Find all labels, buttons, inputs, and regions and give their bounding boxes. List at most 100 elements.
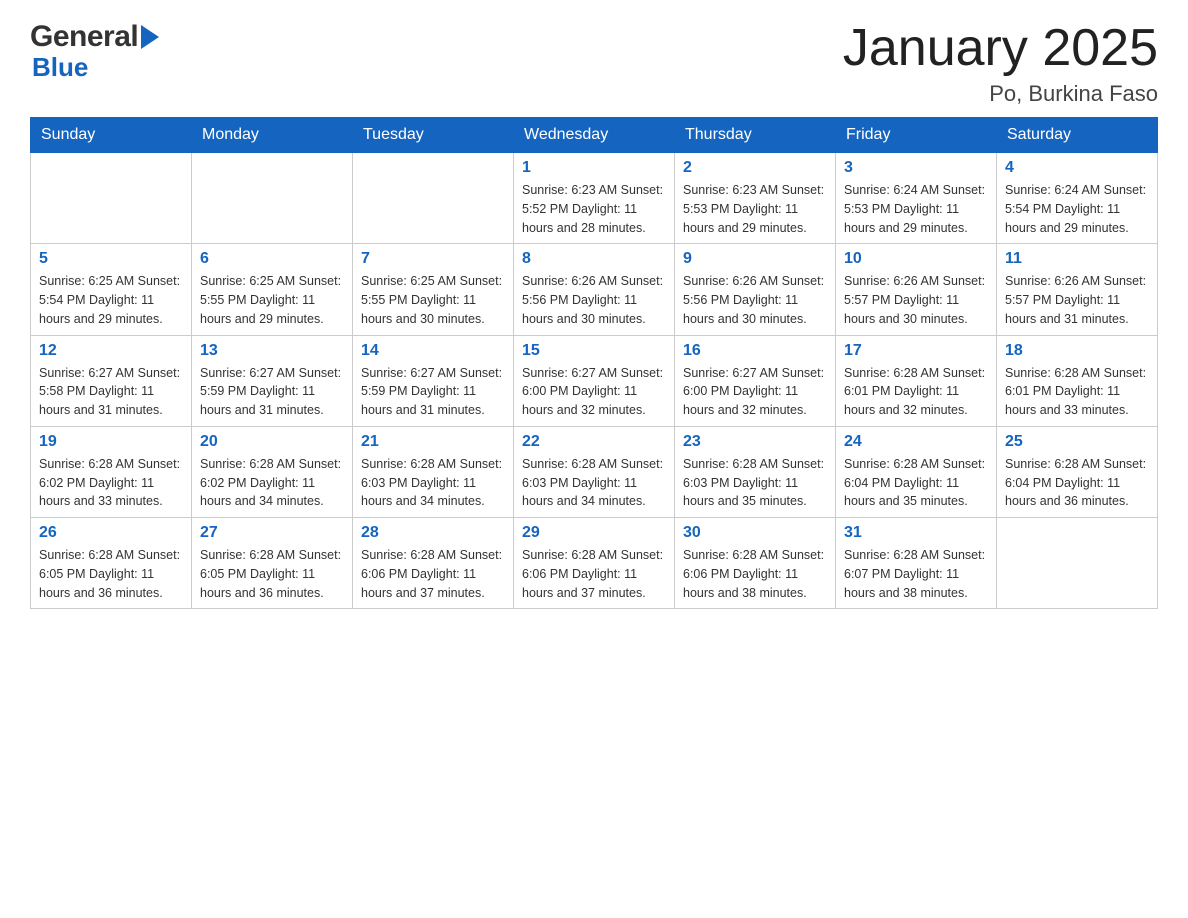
day-number: 19 xyxy=(39,433,183,451)
day-number: 31 xyxy=(844,524,988,542)
day-number: 28 xyxy=(361,524,505,542)
calendar-cell xyxy=(353,153,514,244)
calendar-cell: 8 Sunrise: 6:26 AM Sunset: 5:56 PM Daylig… xyxy=(514,244,675,335)
day-number: 16 xyxy=(683,342,827,360)
calendar-cell: 18 Sunrise: 6:28 AM Sunset: 6:01 PM Dayli… xyxy=(997,335,1158,426)
day-number: 23 xyxy=(683,433,827,451)
calendar-title: January 2025 xyxy=(843,20,1158,77)
calendar-cell: 19 Sunrise: 6:28 AM Sunset: 6:02 PM Dayli… xyxy=(31,426,192,517)
calendar-cell xyxy=(192,153,353,244)
weekday-header-saturday: Saturday xyxy=(997,118,1158,153)
day-number: 26 xyxy=(39,524,183,542)
day-number: 2 xyxy=(683,159,827,177)
logo-general-text: General xyxy=(30,20,138,54)
day-info: Sunrise: 6:27 AM Sunset: 5:59 PM Dayligh… xyxy=(200,364,344,420)
day-number: 20 xyxy=(200,433,344,451)
weekday-header-wednesday: Wednesday xyxy=(514,118,675,153)
day-number: 4 xyxy=(1005,159,1149,177)
day-info: Sunrise: 6:28 AM Sunset: 6:04 PM Dayligh… xyxy=(844,455,988,511)
day-info: Sunrise: 6:28 AM Sunset: 6:06 PM Dayligh… xyxy=(361,546,505,602)
day-info: Sunrise: 6:26 AM Sunset: 5:56 PM Dayligh… xyxy=(683,272,827,328)
calendar-cell xyxy=(997,518,1158,609)
calendar-cell: 28 Sunrise: 6:28 AM Sunset: 6:06 PM Dayli… xyxy=(353,518,514,609)
day-number: 12 xyxy=(39,342,183,360)
logo-triangle-icon xyxy=(141,25,159,49)
day-info: Sunrise: 6:27 AM Sunset: 6:00 PM Dayligh… xyxy=(683,364,827,420)
day-info: Sunrise: 6:26 AM Sunset: 5:56 PM Dayligh… xyxy=(522,272,666,328)
day-info: Sunrise: 6:28 AM Sunset: 6:01 PM Dayligh… xyxy=(1005,364,1149,420)
day-info: Sunrise: 6:28 AM Sunset: 6:03 PM Dayligh… xyxy=(522,455,666,511)
calendar-cell: 4Sunrise: 6:24 AM Sunset: 5:54 PM Daylig… xyxy=(997,153,1158,244)
day-number: 30 xyxy=(683,524,827,542)
week-row-4: 19 Sunrise: 6:28 AM Sunset: 6:02 PM Dayli… xyxy=(31,426,1158,517)
day-info: Sunrise: 6:25 AM Sunset: 5:54 PM Dayligh… xyxy=(39,272,183,328)
calendar-cell: 24 Sunrise: 6:28 AM Sunset: 6:04 PM Dayli… xyxy=(836,426,997,517)
weekday-header-friday: Friday xyxy=(836,118,997,153)
weekday-header-sunday: Sunday xyxy=(31,118,192,153)
day-info: Sunrise: 6:23 AM Sunset: 5:52 PM Dayligh… xyxy=(522,181,666,237)
day-number: 1 xyxy=(522,159,666,177)
day-info: Sunrise: 6:27 AM Sunset: 5:58 PM Dayligh… xyxy=(39,364,183,420)
day-number: 11 xyxy=(1005,250,1149,268)
day-info: Sunrise: 6:25 AM Sunset: 5:55 PM Dayligh… xyxy=(200,272,344,328)
day-info: Sunrise: 6:28 AM Sunset: 6:03 PM Dayligh… xyxy=(683,455,827,511)
page-header: General Blue January 2025 Po, Burkina Fa… xyxy=(30,20,1158,107)
calendar-cell: 10Sunrise: 6:26 AM Sunset: 5:57 PM Dayli… xyxy=(836,244,997,335)
day-number: 22 xyxy=(522,433,666,451)
day-number: 13 xyxy=(200,342,344,360)
day-info: Sunrise: 6:26 AM Sunset: 5:57 PM Dayligh… xyxy=(844,272,988,328)
calendar-cell: 3 Sunrise: 6:24 AM Sunset: 5:53 PM Daylig… xyxy=(836,153,997,244)
calendar-cell: 21Sunrise: 6:28 AM Sunset: 6:03 PM Dayli… xyxy=(353,426,514,517)
week-row-5: 26 Sunrise: 6:28 AM Sunset: 6:05 PM Dayli… xyxy=(31,518,1158,609)
logo-blue-text: Blue xyxy=(32,52,88,83)
day-number: 17 xyxy=(844,342,988,360)
day-info: Sunrise: 6:26 AM Sunset: 5:57 PM Dayligh… xyxy=(1005,272,1149,328)
calendar-cell: 17Sunrise: 6:28 AM Sunset: 6:01 PM Dayli… xyxy=(836,335,997,426)
day-number: 5 xyxy=(39,250,183,268)
day-number: 6 xyxy=(200,250,344,268)
week-row-1: 1 Sunrise: 6:23 AM Sunset: 5:52 PM Daylig… xyxy=(31,153,1158,244)
calendar-cell: 27 Sunrise: 6:28 AM Sunset: 6:05 PM Dayli… xyxy=(192,518,353,609)
calendar-cell: 7Sunrise: 6:25 AM Sunset: 5:55 PM Daylig… xyxy=(353,244,514,335)
calendar-subtitle: Po, Burkina Faso xyxy=(843,81,1158,107)
weekday-header-monday: Monday xyxy=(192,118,353,153)
weekday-header-row: SundayMondayTuesdayWednesdayThursdayFrid… xyxy=(31,118,1158,153)
day-info: Sunrise: 6:27 AM Sunset: 5:59 PM Dayligh… xyxy=(361,364,505,420)
calendar-cell: 5 Sunrise: 6:25 AM Sunset: 5:54 PM Daylig… xyxy=(31,244,192,335)
day-info: Sunrise: 6:28 AM Sunset: 6:05 PM Dayligh… xyxy=(200,546,344,602)
day-number: 29 xyxy=(522,524,666,542)
calendar-cell: 26 Sunrise: 6:28 AM Sunset: 6:05 PM Dayli… xyxy=(31,518,192,609)
weekday-header-thursday: Thursday xyxy=(675,118,836,153)
day-info: Sunrise: 6:28 AM Sunset: 6:02 PM Dayligh… xyxy=(200,455,344,511)
day-info: Sunrise: 6:28 AM Sunset: 6:04 PM Dayligh… xyxy=(1005,455,1149,511)
day-info: Sunrise: 6:27 AM Sunset: 6:00 PM Dayligh… xyxy=(522,364,666,420)
day-number: 18 xyxy=(1005,342,1149,360)
day-info: Sunrise: 6:28 AM Sunset: 6:03 PM Dayligh… xyxy=(361,455,505,511)
day-number: 3 xyxy=(844,159,988,177)
calendar-cell: 20 Sunrise: 6:28 AM Sunset: 6:02 PM Dayli… xyxy=(192,426,353,517)
week-row-2: 5 Sunrise: 6:25 AM Sunset: 5:54 PM Daylig… xyxy=(31,244,1158,335)
day-number: 14 xyxy=(361,342,505,360)
day-info: Sunrise: 6:24 AM Sunset: 5:53 PM Dayligh… xyxy=(844,181,988,237)
calendar-cell: 15Sunrise: 6:27 AM Sunset: 6:00 PM Dayli… xyxy=(514,335,675,426)
calendar-cell: 29Sunrise: 6:28 AM Sunset: 6:06 PM Dayli… xyxy=(514,518,675,609)
calendar-cell: 30Sunrise: 6:28 AM Sunset: 6:06 PM Dayli… xyxy=(675,518,836,609)
day-number: 27 xyxy=(200,524,344,542)
day-info: Sunrise: 6:28 AM Sunset: 6:07 PM Dayligh… xyxy=(844,546,988,602)
calendar-cell: 31 Sunrise: 6:28 AM Sunset: 6:07 PM Dayli… xyxy=(836,518,997,609)
day-number: 24 xyxy=(844,433,988,451)
calendar-cell: 11 Sunrise: 6:26 AM Sunset: 5:57 PM Dayli… xyxy=(997,244,1158,335)
calendar-cell: 2 Sunrise: 6:23 AM Sunset: 5:53 PM Daylig… xyxy=(675,153,836,244)
day-number: 9 xyxy=(683,250,827,268)
day-info: Sunrise: 6:28 AM Sunset: 6:02 PM Dayligh… xyxy=(39,455,183,511)
calendar-cell: 1 Sunrise: 6:23 AM Sunset: 5:52 PM Daylig… xyxy=(514,153,675,244)
day-info: Sunrise: 6:28 AM Sunset: 6:05 PM Dayligh… xyxy=(39,546,183,602)
day-info: Sunrise: 6:23 AM Sunset: 5:53 PM Dayligh… xyxy=(683,181,827,237)
calendar-cell: 9 Sunrise: 6:26 AM Sunset: 5:56 PM Daylig… xyxy=(675,244,836,335)
day-number: 25 xyxy=(1005,433,1149,451)
week-row-3: 12 Sunrise: 6:27 AM Sunset: 5:58 PM Dayli… xyxy=(31,335,1158,426)
day-info: Sunrise: 6:25 AM Sunset: 5:55 PM Dayligh… xyxy=(361,272,505,328)
day-number: 8 xyxy=(522,250,666,268)
calendar-cell: 25 Sunrise: 6:28 AM Sunset: 6:04 PM Dayli… xyxy=(997,426,1158,517)
calendar-cell: 23 Sunrise: 6:28 AM Sunset: 6:03 PM Dayli… xyxy=(675,426,836,517)
